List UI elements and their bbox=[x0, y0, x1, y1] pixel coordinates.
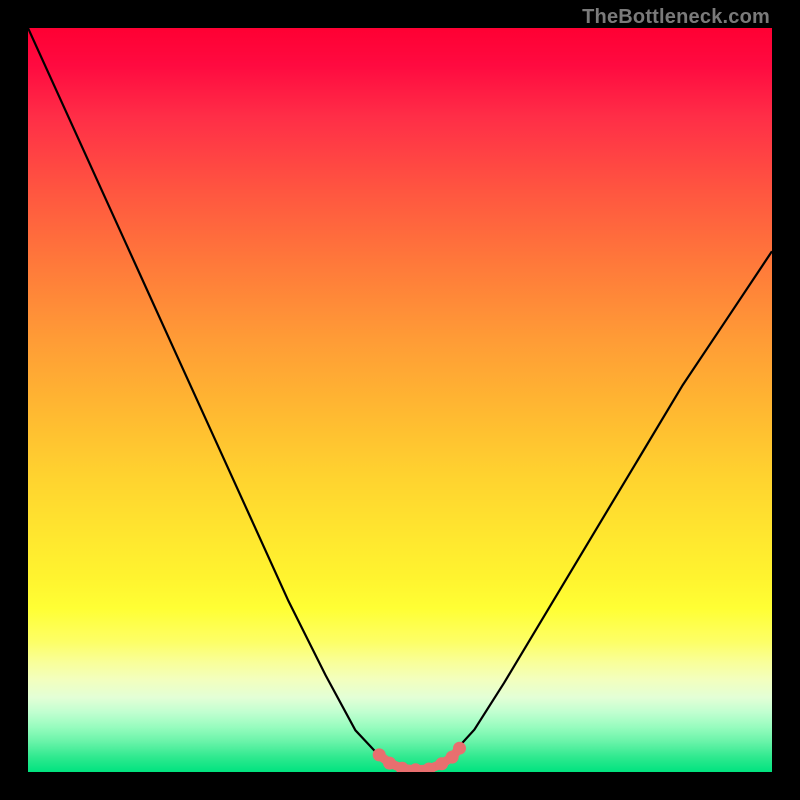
chart-frame: TheBottleneck.com bbox=[0, 0, 800, 800]
optimal-range-highlight bbox=[373, 742, 466, 772]
optimal-range-point bbox=[373, 748, 386, 761]
optimal-range-point bbox=[409, 763, 422, 772]
optimal-range-point bbox=[453, 742, 466, 755]
bottleneck-curve bbox=[28, 28, 772, 770]
curve-layer bbox=[28, 28, 772, 772]
gradient-plot-area bbox=[28, 28, 772, 772]
optimal-range-point bbox=[383, 757, 396, 770]
attribution-label: TheBottleneck.com bbox=[582, 6, 770, 29]
